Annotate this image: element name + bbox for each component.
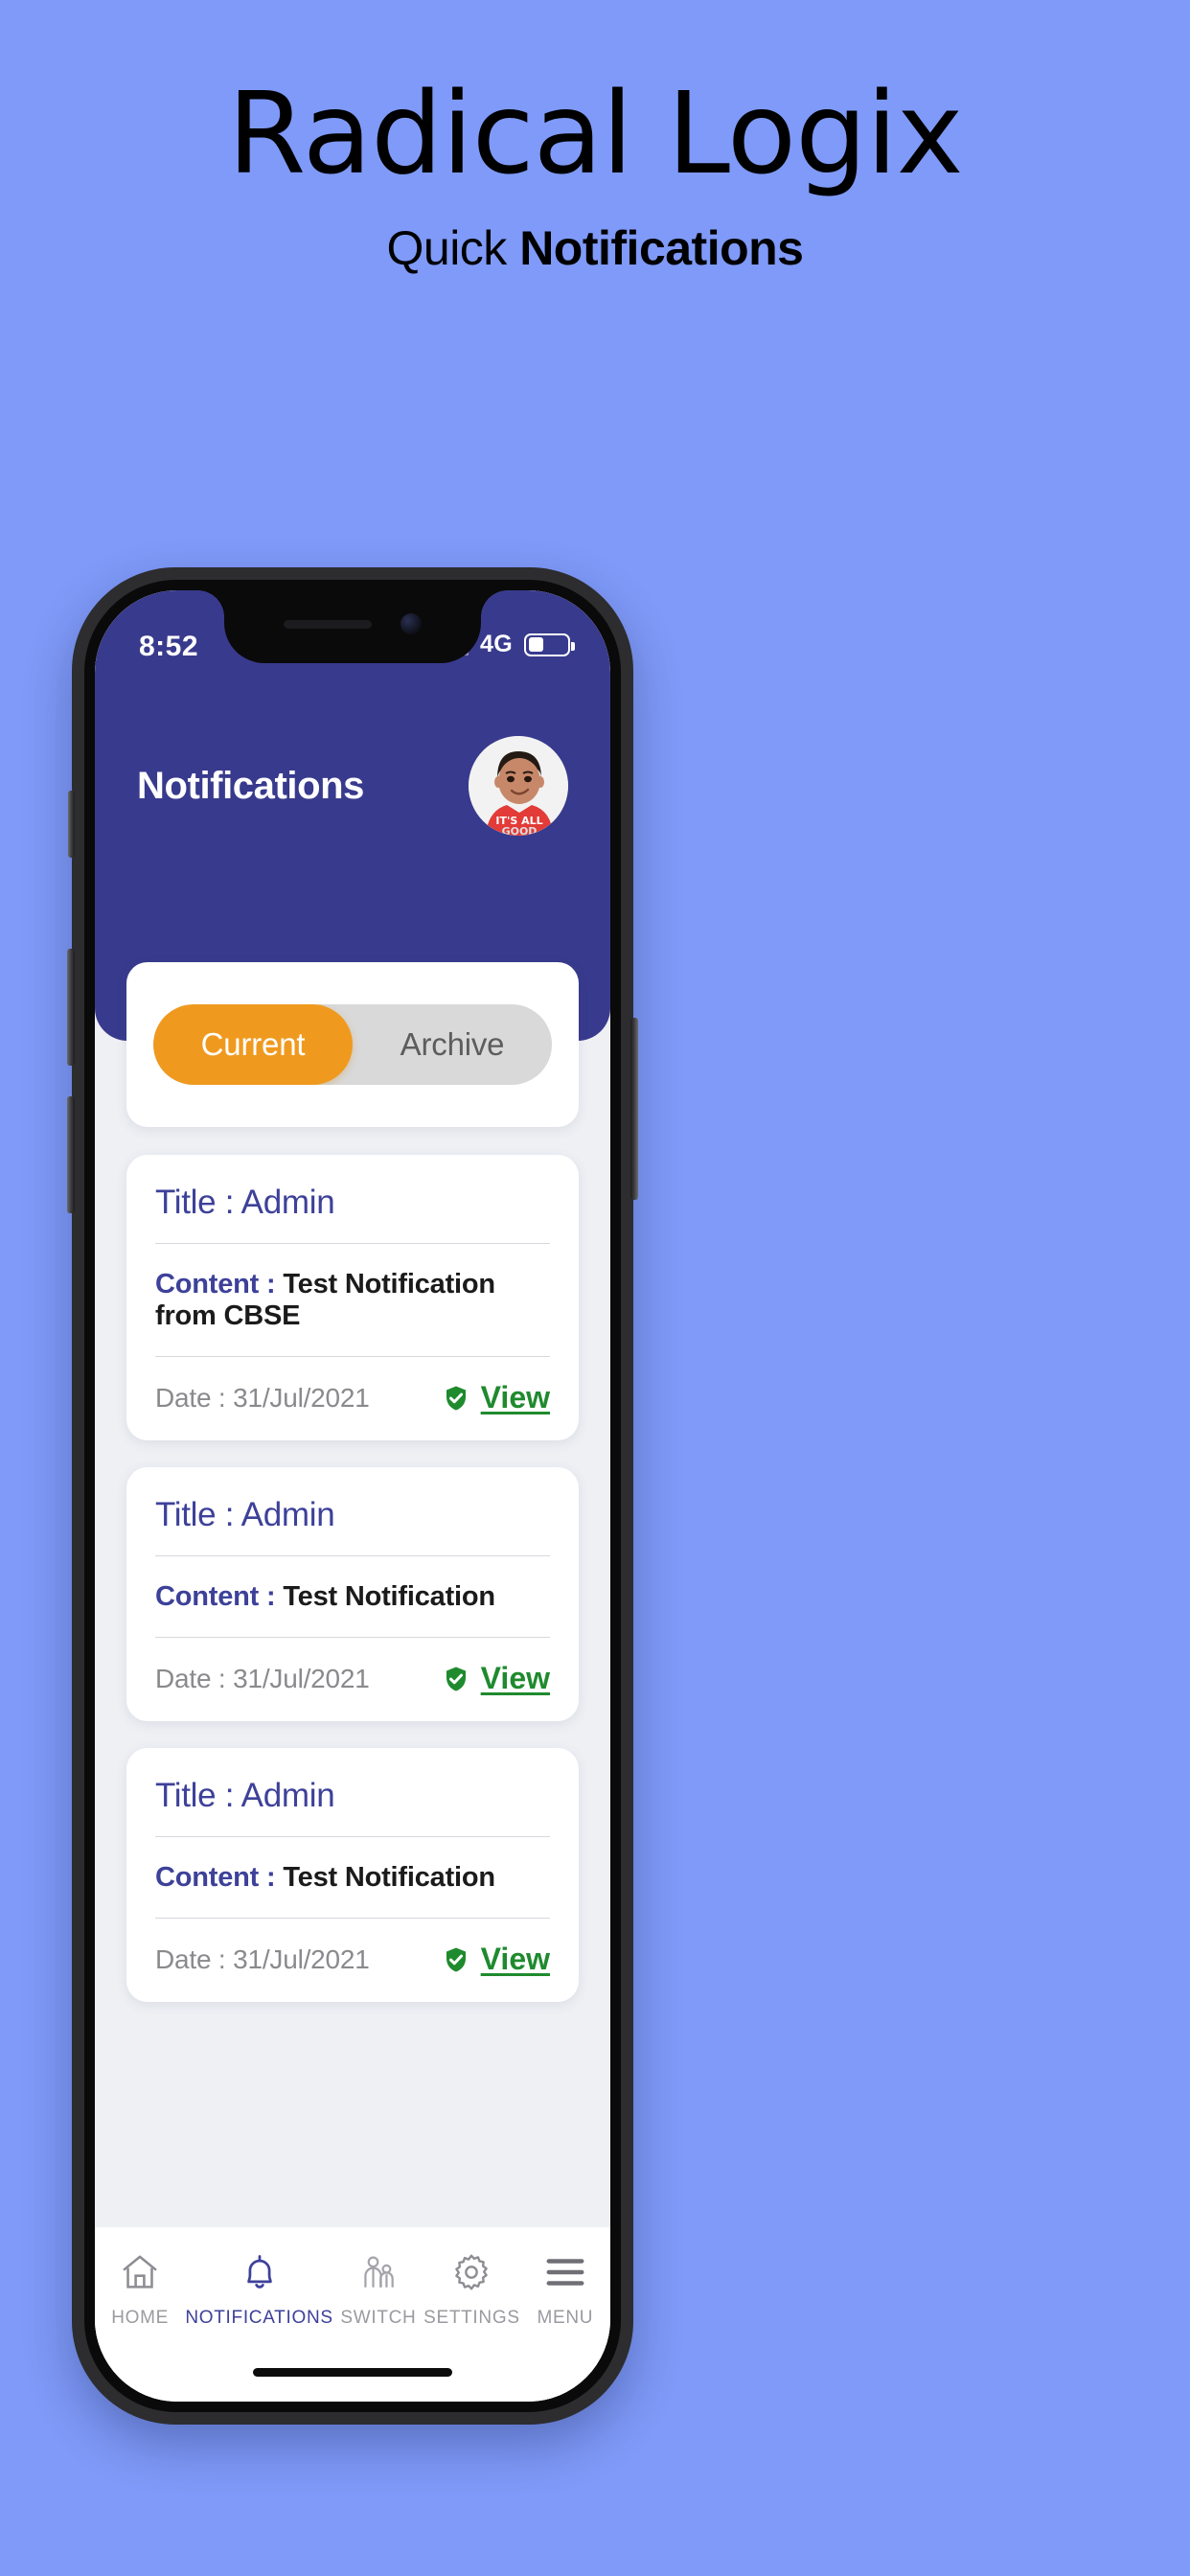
nav-label-home: HOME [111, 2308, 170, 2328]
promo-subtitle-bold: Notifications [519, 220, 804, 275]
view-button[interactable]: View [442, 1661, 550, 1696]
shield-check-icon [446, 1667, 466, 1690]
nav-item-settings[interactable]: SETTINGS [423, 2250, 520, 2329]
notification-title: Title : Admin [155, 1777, 335, 1814]
notification-footer: Date : 31/Jul/2021 View [155, 1638, 550, 1696]
notification-content: Content : Test Notification from CBSE [155, 1244, 550, 1356]
view-label: View [480, 1380, 550, 1414]
shield-check-icon [446, 1386, 466, 1410]
notification-card[interactable]: Title : Admin Content : Test Notificatio… [126, 1467, 579, 1721]
people-icon [357, 2250, 400, 2294]
phone-bezel: Notifications IT'S ALL GOOD 8:52 4G Curr… [84, 580, 621, 2412]
main-content: Current Archive Title : Admin Content : … [95, 962, 610, 2402]
nav-item-menu[interactable]: MENU [520, 2250, 610, 2329]
notification-content: Content : Test Notification [155, 1556, 550, 1637]
nav-label-menu: MENU [537, 2308, 594, 2328]
tab-switcher-card: Current Archive [126, 962, 579, 1127]
view-button[interactable]: View [442, 1380, 550, 1415]
tab-archive[interactable]: Archive [353, 1004, 552, 1085]
nav-item-notifications[interactable]: NOTIFICATIONS [185, 2250, 332, 2329]
view-button[interactable]: View [442, 1942, 550, 1977]
notification-footer: Date : 31/Jul/2021 View [155, 1919, 550, 1977]
phone-device-frame: Notifications IT'S ALL GOOD 8:52 4G Curr… [67, 567, 638, 2425]
earpiece-speaker-icon [284, 619, 372, 629]
user-avatar-image: IT'S ALL GOOD [469, 736, 568, 836]
notification-title: Title : Admin [155, 1496, 335, 1533]
page-title: Notifications [137, 764, 365, 807]
promo-subtitle: Quick Notifications [0, 220, 1190, 276]
home-indicator[interactable] [253, 2368, 452, 2377]
notification-date: Date : 31/Jul/2021 [155, 1382, 370, 1413]
avatar[interactable]: IT'S ALL GOOD [469, 736, 568, 836]
notification-card[interactable]: Title : Admin Content : Test Notificatio… [126, 1155, 579, 1440]
view-label: View [480, 1661, 550, 1695]
shield-check-icon [446, 1947, 466, 1971]
hamburger-icon [543, 2250, 587, 2294]
home-icon [119, 2250, 161, 2294]
status-time: 8:52 [139, 631, 199, 662]
svg-text:GOOD: GOOD [502, 825, 538, 836]
notification-content-label: Content : [155, 1269, 284, 1300]
tab-current[interactable]: Current [153, 1004, 353, 1085]
notification-card[interactable]: Title : Admin Content : Test Notificatio… [126, 1748, 579, 2002]
notification-content: Content : Test Notification [155, 1837, 550, 1918]
notification-content-label: Content : [155, 1862, 284, 1893]
phone-screen: Notifications IT'S ALL GOOD 8:52 4G Curr… [95, 590, 610, 2402]
power-button[interactable] [630, 1018, 638, 1200]
nav-item-home[interactable]: HOME [95, 2250, 185, 2329]
notification-content-value: Test Notification [283, 1862, 495, 1893]
notification-date: Date : 31/Jul/2021 [155, 1663, 370, 1693]
promo-title: Radical Logix [227, 67, 963, 199]
view-label: View [480, 1942, 550, 1976]
app-header-row: Notifications IT'S ALL GOOD [95, 736, 610, 836]
notification-content-value: Test Notification [283, 1581, 495, 1612]
battery-icon [524, 632, 575, 656]
notification-date: Date : 31/Jul/2021 [155, 1944, 370, 1974]
front-camera-icon [400, 613, 422, 634]
promo-banner: Radical Logix Quick Notifications [0, 0, 1190, 276]
tab-switcher: Current Archive [153, 1004, 552, 1085]
network-type-label: 4G [480, 631, 513, 657]
notification-title: Title : Admin [155, 1184, 335, 1221]
gear-icon [450, 2250, 492, 2294]
volume-up-button[interactable] [67, 949, 75, 1066]
nav-label-notifications: NOTIFICATIONS [185, 2308, 333, 2328]
notification-content-label: Content : [155, 1581, 284, 1612]
nav-label-settings: SETTINGS [423, 2308, 520, 2328]
notification-footer: Date : 31/Jul/2021 View [155, 1357, 550, 1415]
device-notch [197, 590, 508, 663]
nav-item-switch[interactable]: SWITCH [333, 2250, 423, 2329]
bell-icon [239, 2250, 281, 2294]
silent-switch-button[interactable] [68, 791, 75, 858]
promo-subtitle-regular: Quick [386, 220, 520, 275]
volume-down-button[interactable] [67, 1096, 75, 1213]
nav-label-switch: SWITCH [340, 2308, 417, 2328]
